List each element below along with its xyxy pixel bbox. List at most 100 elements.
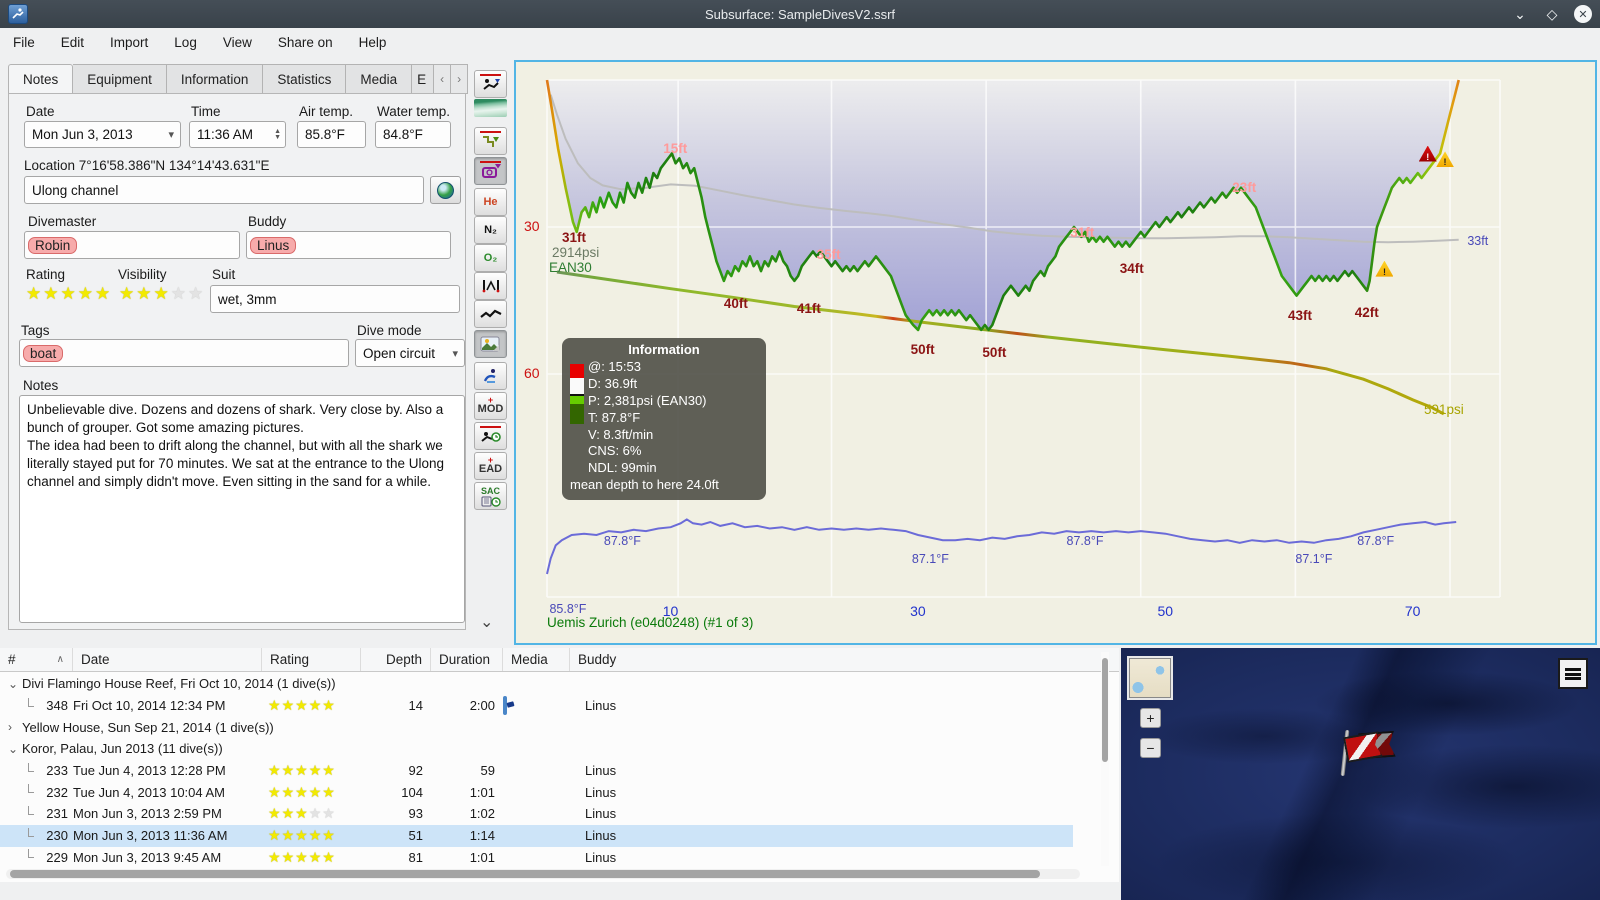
ndl-button[interactable]: [474, 422, 507, 450]
star-icon[interactable]: ★: [61, 284, 78, 303]
map-menu-button[interactable]: [1558, 658, 1588, 689]
location-input[interactable]: Ulong channel: [24, 176, 424, 204]
notes-textarea[interactable]: Unbelievable dive. Dozens and dozens of …: [19, 395, 465, 623]
close-icon[interactable]: ✕: [1574, 5, 1592, 23]
star-icon[interactable]: ★: [119, 284, 136, 303]
horizontal-scrollbar[interactable]: [6, 869, 1080, 879]
dive-duration: 1:01: [469, 849, 495, 865]
map-zoom-out-button[interactable]: −: [1140, 738, 1161, 758]
col-date[interactable]: Date: [73, 648, 262, 671]
col-number[interactable]: # ∧: [0, 648, 73, 671]
photos-button[interactable]: [474, 330, 507, 358]
menu-edit[interactable]: Edit: [61, 35, 84, 50]
menu-view[interactable]: View: [223, 35, 252, 50]
expand-icon[interactable]: ⌄: [8, 677, 22, 691]
dive-computer-button[interactable]: [474, 157, 507, 185]
vertical-scrollbar[interactable]: [1101, 652, 1109, 866]
trip-row[interactable]: › Yellow House, Sun Sep 21, 2014 (1 dive(…: [0, 716, 1090, 738]
dive-profile-chart[interactable]: 30 60 10 30 50 70 15ft 40ft 41ft 35ft 50ft 50ft 31ft…: [514, 60, 1597, 645]
ead-button[interactable]: + EAD: [474, 452, 507, 480]
air-temp-field[interactable]: 85.8°F: [297, 121, 366, 148]
time-field[interactable]: 11:36 AM ▲ ▼: [189, 121, 286, 148]
tab-media[interactable]: Media: [346, 64, 413, 94]
nitrogen-button[interactable]: N₂: [474, 216, 507, 244]
menu-file[interactable]: File: [13, 35, 35, 50]
helium-button[interactable]: He: [474, 188, 507, 216]
trip-row[interactable]: ⌄ Koror, Palau, Jun 2013 (11 dive(s)): [0, 738, 1090, 760]
menu-import[interactable]: Import: [110, 35, 148, 50]
menu-share-on[interactable]: Share on: [278, 35, 333, 50]
heart-rate-button[interactable]: [474, 300, 507, 328]
star-icon[interactable]: ★: [154, 284, 171, 303]
mod-button[interactable]: + MOD: [474, 392, 507, 420]
star-icon[interactable]: ★: [171, 284, 188, 303]
tissues-button[interactable]: [474, 362, 507, 390]
depth-annotation: 15ft: [663, 141, 688, 157]
tab-scroll-left-icon[interactable]: ‹: [434, 64, 452, 94]
trip-row[interactable]: ⌄ Divi Flamingo House Reef, Fri Oct 10, 2…: [0, 673, 1090, 695]
calculated-ceiling-button[interactable]: [474, 127, 507, 155]
divemaster-tag[interactable]: Robin: [28, 236, 78, 254]
rating-stars[interactable]: ★★★★★: [26, 284, 112, 304]
tab-scroll-right-icon[interactable]: ›: [451, 64, 469, 94]
depth-annotation: 34ft: [1119, 261, 1144, 277]
dive-mode-select[interactable]: Open circuit ▾: [355, 339, 465, 367]
date-field[interactable]: Mon Jun 3, 2013 ▾: [24, 121, 181, 148]
dive-row[interactable]: 233 Tue Jun 4, 2013 12:28 PM ★★★★★ 92 59 Linu…: [0, 760, 1073, 782]
tag-chip[interactable]: boat: [23, 344, 64, 362]
map-globe-button[interactable]: [430, 176, 461, 204]
title-bar: Subsurface: SampleDivesV2.ssrf ⌄ ◇ ✕: [0, 0, 1600, 28]
sac-button[interactable]: SAC: [474, 482, 507, 510]
suit-input[interactable]: wet, 3mm: [210, 285, 460, 313]
tags-input[interactable]: boat: [19, 339, 349, 367]
tab-information[interactable]: Information: [166, 64, 264, 94]
dive-duration: 1:01: [469, 784, 495, 800]
star-icon[interactable]: ★: [188, 284, 205, 303]
expand-icon[interactable]: ⌄: [8, 742, 22, 756]
tab-notes[interactable]: Notes: [8, 64, 74, 94]
dive-site-map[interactable]: + −: [1121, 648, 1600, 900]
maximize-icon[interactable]: ◇: [1542, 4, 1562, 24]
dive-row[interactable]: 229 Mon Jun 3, 2013 9:45 AM ★★★★★ 81 1:01 Lin…: [0, 847, 1073, 869]
col-rating[interactable]: Rating: [262, 648, 361, 671]
buddy-input[interactable]: Linus: [246, 231, 451, 259]
star-icon[interactable]: ★: [95, 284, 112, 303]
star-icon[interactable]: ★: [78, 284, 95, 303]
oxygen-button[interactable]: O₂: [474, 244, 507, 272]
col-duration[interactable]: Duration: [431, 648, 503, 671]
star-icon[interactable]: ★: [26, 284, 43, 303]
visibility-stars[interactable]: ★★★★★: [119, 284, 205, 304]
col-media[interactable]: Media: [503, 648, 570, 671]
toolbar-scroll-down-icon[interactable]: ⌄: [480, 612, 493, 632]
overview-minimap[interactable]: [1127, 656, 1173, 700]
star-icon: ★: [281, 697, 296, 714]
sac-calc-icon: [481, 496, 501, 507]
water-temp-field[interactable]: 84.8°F: [375, 121, 451, 148]
ceiling-toggle-icon[interactable]: [474, 99, 507, 117]
col-buddy[interactable]: Buddy: [570, 648, 1119, 671]
media-icon[interactable]: [503, 696, 507, 716]
time-spinner-icon[interactable]: ▲ ▼: [274, 128, 281, 141]
tab-statistics[interactable]: Statistics: [263, 64, 347, 94]
chevron-down-icon[interactable]: ▾: [168, 128, 174, 141]
dive-row[interactable]: 348 Fri Oct 10, 2014 12:34 PM ★★★★★ 14 2:00 L…: [0, 695, 1073, 717]
minimize-icon[interactable]: ⌄: [1510, 4, 1530, 24]
menu-log[interactable]: Log: [174, 35, 197, 50]
tab-extra-info[interactable]: E: [412, 64, 435, 94]
buddy-tag[interactable]: Linus: [250, 236, 297, 254]
tab-equipment[interactable]: Equipment: [73, 64, 167, 94]
hscroll-thumb[interactable]: [10, 870, 1040, 878]
map-zoom-in-button[interactable]: +: [1140, 708, 1161, 728]
dive-row[interactable]: 231 Mon Jun 3, 2013 2:59 PM ★★★★★ 93 1:02 Lin…: [0, 803, 1073, 825]
collapse-icon[interactable]: ›: [8, 720, 22, 734]
star-icon[interactable]: ★: [136, 284, 153, 303]
gas-pressures-button[interactable]: [474, 272, 507, 300]
vscroll-thumb[interactable]: [1102, 658, 1108, 762]
dive-row[interactable]: 230 Mon Jun 3, 2013 11:36 AM ★★★★★ 51 1:14 Li…: [0, 824, 1073, 847]
menu-help[interactable]: Help: [359, 35, 387, 50]
col-depth[interactable]: Depth: [361, 648, 431, 671]
divemaster-input[interactable]: Robin: [24, 231, 240, 259]
dive-row[interactable]: 232 Tue Jun 4, 2013 10:04 AM ★★★★★ 104 1:01 L…: [0, 781, 1073, 803]
star-icon[interactable]: ★: [43, 284, 60, 303]
dive-mode-toggle-button[interactable]: [474, 70, 507, 98]
